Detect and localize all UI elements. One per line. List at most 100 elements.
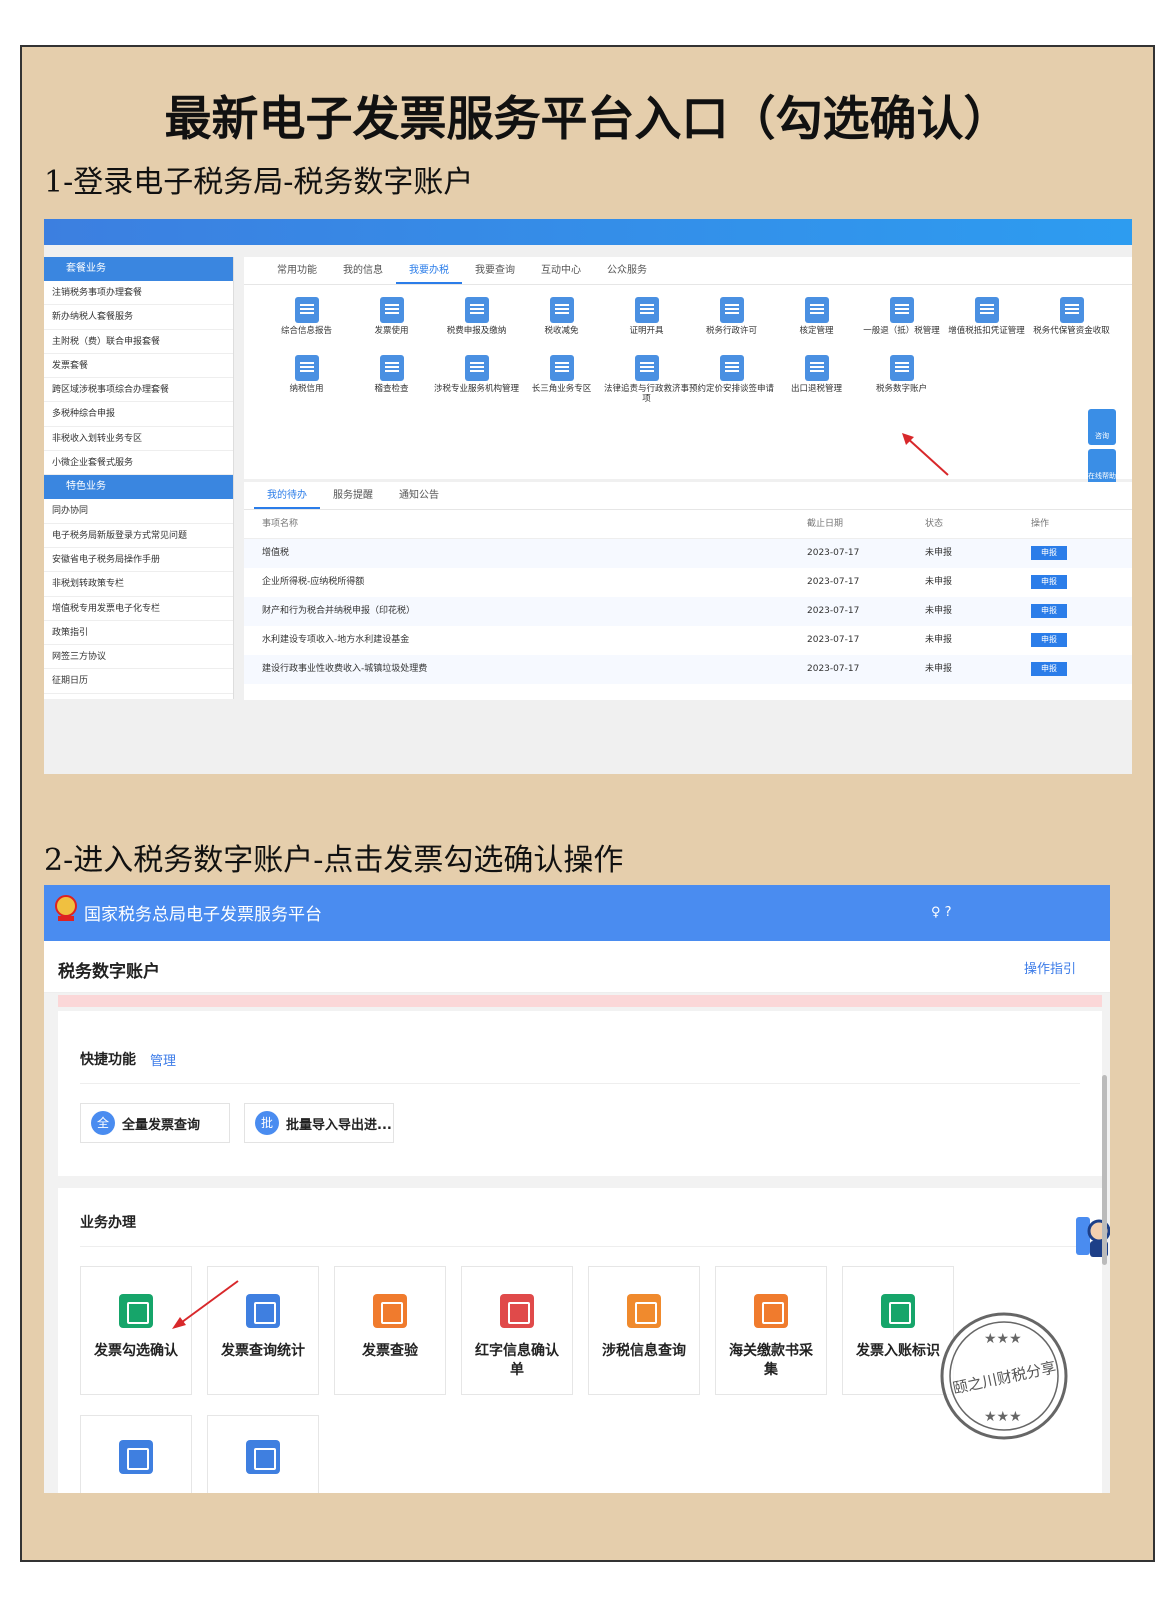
tab-item[interactable]: 常用功能 (264, 257, 330, 284)
manage-link[interactable]: 管理 (150, 1050, 176, 1069)
function-label: 证明开具 (629, 326, 664, 336)
function-label: 税收减免 (544, 326, 579, 336)
function-item[interactable]: 税务代保管资金收取 (1029, 297, 1114, 349)
tab-item[interactable]: 我要办税 (396, 257, 462, 284)
sidebar-item[interactable]: 发票套餐 (44, 354, 233, 379)
declare-button[interactable]: 申报 (1031, 575, 1067, 589)
function-item[interactable]: 法律追责与行政救济事项 (604, 355, 689, 407)
function-item[interactable]: 综合信息报告 (264, 297, 349, 349)
online-help-button[interactable]: 在线帮助 (1088, 449, 1116, 485)
quick-item-label: 批量导入导出进... (286, 1117, 392, 1133)
quick-functions-title: 快捷功能 (80, 1052, 136, 1068)
business-card-label: 发票查验 (362, 1343, 418, 1359)
function-icon (464, 297, 489, 323)
watermark-stamp: ★★★ ★★★ 颐之川财税分享 (940, 1312, 1068, 1440)
sidebar-item[interactable]: 政策指引 (44, 621, 233, 646)
business-card[interactable] (80, 1415, 192, 1493)
poster: 最新电子发票服务平台入口（勾选确认） 1-登录电子税务局-税务数字账户 套餐业务… (20, 45, 1155, 1562)
sidebar-item[interactable]: 跨区域涉税事项综合办理套餐 (44, 378, 233, 403)
business-card[interactable]: 红字信息确认单 (461, 1266, 573, 1395)
declare-button[interactable]: 申报 (1031, 633, 1067, 647)
function-label: 预约定价安排谈签申请 (689, 384, 775, 394)
sidebar-item[interactable]: 小微企业套餐式服务 (44, 451, 233, 476)
tab-item[interactable]: 公众服务 (594, 257, 660, 284)
floating-help: 咨询 在线帮助 (1088, 409, 1116, 485)
tab-item[interactable]: 我的信息 (330, 257, 396, 284)
function-label: 出口退税管理 (790, 384, 842, 394)
red-arrow-pointer (902, 433, 949, 476)
function-item[interactable]: 证明开具 (604, 297, 689, 349)
row-date: 2023-07-17 (807, 606, 860, 616)
function-panel: 常用功能 我的信息 我要办税 我要查询 互动中心 公众服务 综合信息报告 发票使用 税费申报及… (244, 257, 1132, 479)
function-item[interactable]: 一般退（抵）税管理 (859, 297, 944, 349)
sidebar-item[interactable]: 注销税务事项办理套餐 (44, 281, 233, 306)
row-status: 未申报 (925, 548, 953, 558)
function-icon (1059, 297, 1084, 323)
todo-tab[interactable]: 通知公告 (386, 482, 452, 509)
declare-button[interactable]: 申报 (1031, 662, 1067, 676)
function-item[interactable]: 税收减免 (519, 297, 604, 349)
row-action-cell: 申报 (1031, 655, 1132, 684)
sidebar-item[interactable]: 征期日历 (44, 669, 233, 694)
business-card-icon (754, 1294, 788, 1328)
sidebar-section-special[interactable]: 特色业务 (44, 475, 233, 500)
quick-item-batch-import-export[interactable]: 批 批量导入导出进... (244, 1103, 394, 1143)
tab-item[interactable]: 我要查询 (462, 257, 528, 284)
sidebar-item[interactable]: 非税收入划转业务专区 (44, 427, 233, 452)
function-item[interactable]: 稽查检查 (349, 355, 434, 407)
scrollbar[interactable] (1102, 1075, 1107, 1265)
function-item[interactable]: 纳税信用 (264, 355, 349, 407)
sidebar-item[interactable]: 多税种综合申报 (44, 402, 233, 427)
function-item[interactable]: 税务数字账户 (859, 355, 944, 407)
function-icon (549, 297, 574, 323)
sidebar-item[interactable]: 安徽省电子税务局操作手册 (44, 548, 233, 573)
function-label: 纳税信用 (289, 384, 324, 394)
business-card-icon (500, 1294, 534, 1328)
todo-tab[interactable]: 服务提醒 (320, 482, 386, 509)
function-item[interactable]: 核定管理 (774, 297, 859, 349)
declare-button[interactable]: 申报 (1031, 604, 1067, 618)
function-item[interactable]: 增值税抵扣凭证管理 (944, 297, 1029, 349)
sidebar-item[interactable]: 电子税务局新版登录方式常见问题 (44, 524, 233, 548)
sidebar-item[interactable]: 网签三方协议 (44, 645, 233, 670)
function-item[interactable]: 出口退税管理 (774, 355, 859, 407)
sidebar-item[interactable]: 增值税专用发票电子化专栏 (44, 597, 233, 621)
user-icon[interactable]: ♀ ? (931, 905, 952, 920)
function-icon (379, 355, 404, 381)
sidebar-section-packages[interactable]: 套餐业务 (44, 257, 233, 281)
function-label: 稽查检查 (374, 384, 409, 394)
sidebar-item[interactable]: 主附税（费）联合申报套餐 (44, 330, 233, 354)
row-action-cell: 申报 (1031, 597, 1132, 626)
function-item[interactable]: 税务行政许可 (689, 297, 774, 349)
function-icon (379, 297, 404, 323)
function-label: 增值税抵扣凭证管理 (948, 326, 1025, 336)
col-date: 截止日期 (807, 519, 844, 529)
function-item[interactable]: 发票使用 (349, 297, 434, 349)
todo-table-header: 事项名称 截止日期 状态 操作 (244, 510, 1132, 539)
divider (80, 1246, 1080, 1247)
todo-rows: 增值税 2023-07-17 未申报 申报 企业所得税-应纳税所得额 2023-07-17… (244, 539, 1132, 684)
tab-item[interactable]: 互动中心 (528, 257, 594, 284)
function-item[interactable]: 税费申报及缴纳 (434, 297, 519, 349)
svg-text:★★★: ★★★ (984, 1409, 1022, 1425)
business-card[interactable]: 海关缴款书采集 (715, 1266, 827, 1395)
sidebar: 套餐业务 注销税务事项办理套餐 新办纳税人套餐服务 主附税（费）联合申报套餐 发票套餐… (44, 257, 234, 699)
function-item[interactable]: 长三角业务专区 (519, 355, 604, 407)
business-card-icon (373, 1294, 407, 1328)
quick-item-full-invoice-query[interactable]: 全 全量发票查询 (80, 1103, 230, 1143)
function-item[interactable]: 涉税专业服务机构管理 (434, 355, 519, 407)
guide-link[interactable]: 操作指引 (1024, 958, 1076, 977)
declare-button[interactable]: 申报 (1031, 546, 1067, 560)
sidebar-item[interactable]: 非税划转政策专栏 (44, 572, 233, 597)
sidebar-item[interactable]: 同办协同 (44, 499, 233, 524)
sidebar-item[interactable]: 新办纳税人套餐服务 (44, 305, 233, 330)
function-label: 核定管理 (799, 326, 834, 336)
todo-panel: 我的待办 服务提醒 通知公告 事项名称 截止日期 状态 操作 增值税 2023-07-… (244, 482, 1132, 700)
business-card[interactable] (207, 1415, 319, 1493)
function-item[interactable]: 预约定价安排谈签申请 (689, 355, 774, 407)
business-card[interactable]: 发票查验 (334, 1266, 446, 1395)
business-card[interactable]: 涉税信息查询 (588, 1266, 700, 1395)
todo-tab[interactable]: 我的待办 (254, 482, 320, 509)
consult-button[interactable]: 咨询 (1088, 409, 1116, 445)
business-card[interactable]: 发票入账标识 (842, 1266, 954, 1395)
